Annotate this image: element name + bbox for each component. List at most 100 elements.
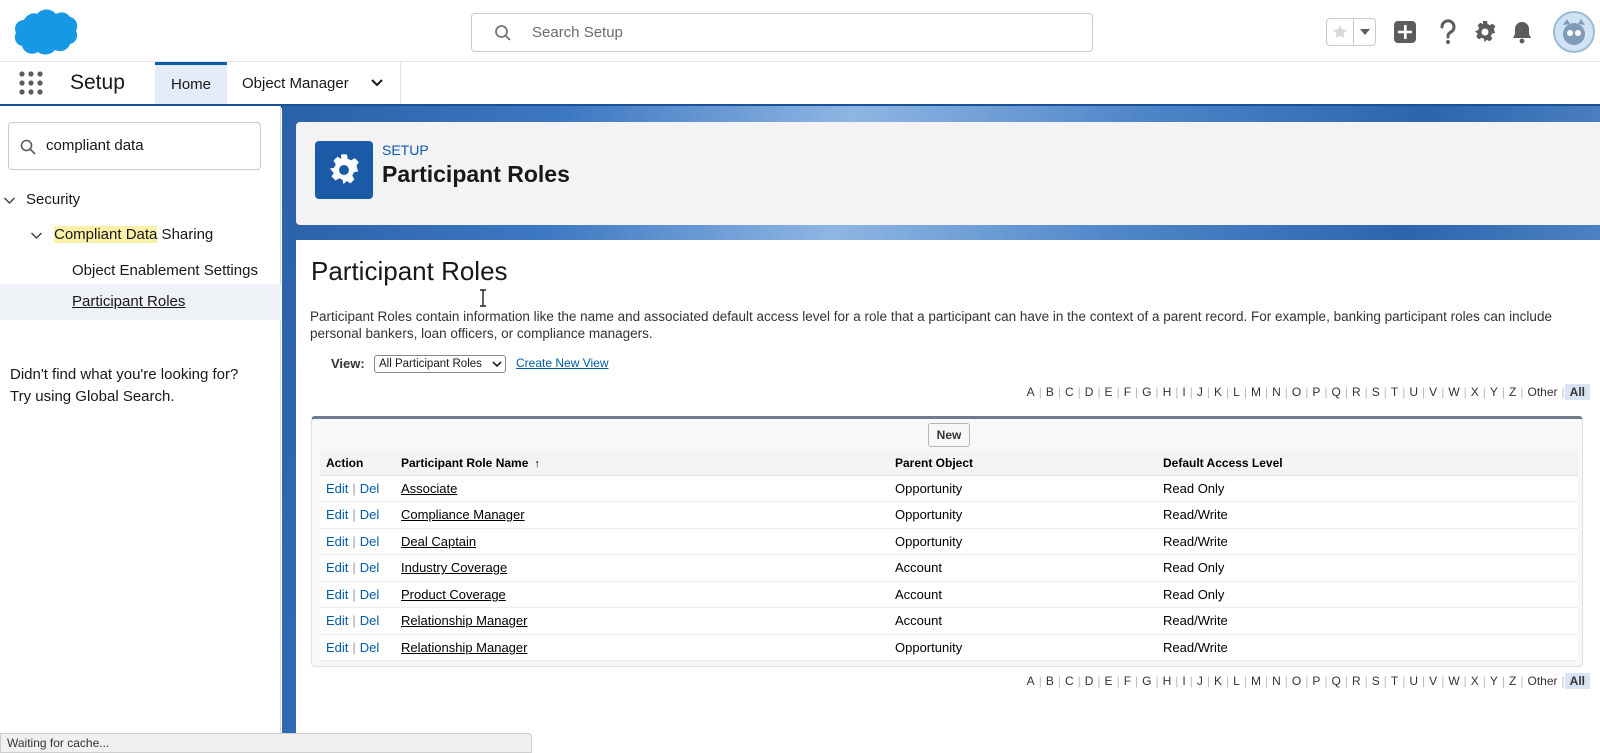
alphabet-filter-g[interactable]: G [1138,385,1155,399]
help-icon[interactable] [1435,19,1461,45]
alphabet-filter-x[interactable]: X [1467,674,1483,688]
alphabet-filter-y[interactable]: Y [1486,385,1502,399]
alphabet-filter-h[interactable]: H [1159,674,1176,688]
alphabet-filter-other[interactable]: Other [1524,385,1562,399]
alphabet-filter-s[interactable]: S [1368,674,1384,688]
delete-link[interactable]: Del [360,560,380,575]
delete-link[interactable]: Del [360,587,380,602]
alphabet-filter-u[interactable]: U [1405,385,1422,399]
alphabet-filter-l[interactable]: L [1229,674,1244,688]
alphabet-filter-c[interactable]: C [1061,385,1078,399]
alphabet-filter-q[interactable]: Q [1328,674,1345,688]
new-button[interactable]: New [928,423,970,447]
avatar[interactable] [1553,11,1595,53]
alphabet-filter-d[interactable]: D [1081,385,1098,399]
alphabet-filter-u[interactable]: U [1405,674,1422,688]
alphabet-filter-f[interactable]: F [1120,674,1135,688]
tab-home[interactable]: Home [155,62,227,104]
alphabet-filter-o[interactable]: O [1288,385,1305,399]
alphabet-filter-o[interactable]: O [1288,674,1305,688]
delete-link[interactable]: Del [360,613,380,628]
alphabet-filter-i[interactable]: I [1178,674,1189,688]
alphabet-filter-m[interactable]: M [1247,385,1265,399]
alphabet-filter-v[interactable]: V [1425,674,1441,688]
edit-link[interactable]: Edit [326,587,348,602]
tree-item-compliant-data-sharing[interactable]: Compliant Data Sharing [0,226,281,248]
alphabet-filter-p[interactable]: P [1308,385,1324,399]
delete-link[interactable]: Del [360,534,380,549]
gear-icon[interactable] [1472,19,1498,45]
alphabet-filter-a[interactable]: A [1023,674,1039,688]
alphabet-filter-j[interactable]: J [1193,385,1207,399]
chevron-down-icon[interactable] [30,229,43,242]
alphabet-filter-v[interactable]: V [1425,385,1441,399]
alphabet-filter-h[interactable]: H [1159,385,1176,399]
alphabet-filter-w[interactable]: W [1444,674,1463,688]
alphabet-filter-d[interactable]: D [1081,674,1098,688]
alphabet-filter-g[interactable]: G [1138,674,1155,688]
alphabet-filter-w[interactable]: W [1444,385,1463,399]
column-header-name[interactable]: Participant Role Name ↑ [395,451,889,476]
alphabet-filter-x[interactable]: X [1467,385,1483,399]
edit-link[interactable]: Edit [326,534,348,549]
delete-link[interactable]: Del [360,481,380,496]
role-name-link[interactable]: Compliance Manager [401,507,525,522]
delete-link[interactable]: Del [360,640,380,655]
alphabet-filter-t[interactable]: T [1387,385,1402,399]
favorites-group[interactable] [1326,18,1376,46]
add-icon[interactable] [1392,19,1418,45]
delete-link[interactable]: Del [360,507,380,522]
alphabet-filter-i[interactable]: I [1178,385,1189,399]
alphabet-filter-y[interactable]: Y [1486,674,1502,688]
alphabet-filter-e[interactable]: E [1101,385,1117,399]
alphabet-filter-a[interactable]: A [1023,385,1039,399]
alphabet-filter-z[interactable]: Z [1505,385,1520,399]
tree-item-object-enablement-settings[interactable]: Object Enablement Settings [72,262,258,279]
role-name-link[interactable]: Deal Captain [401,534,476,549]
edit-link[interactable]: Edit [326,640,348,655]
alphabet-filter-f[interactable]: F [1120,385,1135,399]
alphabet-filter-n[interactable]: N [1268,674,1285,688]
role-name-link[interactable]: Relationship Manager [401,613,527,628]
alphabet-filter-s[interactable]: S [1368,385,1384,399]
alphabet-filter-k[interactable]: K [1210,385,1226,399]
alphabet-filter-n[interactable]: N [1268,385,1285,399]
alphabet-filter-b[interactable]: B [1042,674,1058,688]
view-select[interactable]: All Participant Roles [374,355,506,373]
alphabet-filter-r[interactable]: R [1348,674,1365,688]
alphabet-filter-l[interactable]: L [1229,385,1244,399]
tab-object-manager[interactable]: Object Manager [227,62,401,104]
alphabet-filter-k[interactable]: K [1210,674,1226,688]
salesforce-cloud-logo[interactable] [8,8,78,56]
alphabet-filter-b[interactable]: B [1042,385,1058,399]
alphabet-filter-j[interactable]: J [1193,674,1207,688]
tree-item-security[interactable]: Security [0,191,281,213]
alphabet-filter-p[interactable]: P [1308,674,1324,688]
app-launcher-icon[interactable] [18,70,44,96]
edit-link[interactable]: Edit [326,507,348,522]
favorites-dropdown-icon[interactable] [1354,19,1375,45]
quick-find-input[interactable]: compliant data [8,122,261,170]
alphabet-filter-e[interactable]: E [1101,674,1117,688]
role-name-link[interactable]: Industry Coverage [401,560,507,575]
create-new-view-link[interactable]: Create New View [516,356,608,370]
edit-link[interactable]: Edit [326,481,348,496]
alphabet-filter-other[interactable]: Other [1524,674,1562,688]
tree-item-participant-roles[interactable]: Participant Roles [0,284,281,320]
notification-bell-icon[interactable] [1509,19,1535,45]
chevron-down-icon[interactable] [370,76,384,90]
chevron-down-icon[interactable] [3,194,16,207]
role-name-link[interactable]: Associate [401,481,457,496]
alphabet-filter-all[interactable]: All [1564,673,1590,689]
global-search-input[interactable]: Search Setup [471,13,1093,52]
edit-link[interactable]: Edit [326,560,348,575]
alphabet-filter-t[interactable]: T [1387,674,1402,688]
alphabet-filter-c[interactable]: C [1061,674,1078,688]
alphabet-filter-all[interactable]: All [1564,384,1590,400]
alphabet-filter-q[interactable]: Q [1328,385,1345,399]
alphabet-filter-z[interactable]: Z [1505,674,1520,688]
alphabet-filter-m[interactable]: M [1247,674,1265,688]
favorite-star-icon[interactable] [1327,19,1354,45]
edit-link[interactable]: Edit [326,613,348,628]
role-name-link[interactable]: Product Coverage [401,587,506,602]
